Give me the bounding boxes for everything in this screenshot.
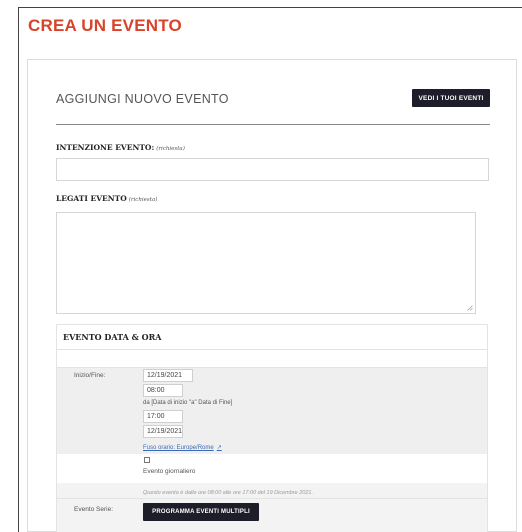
- intent-required-note: (richiesta): [156, 146, 185, 152]
- view-events-button[interactable]: VEDI I TUOI EVENTI: [412, 89, 490, 107]
- timezone-link[interactable]: Fuso orario: Europe/Rome ↗: [143, 444, 222, 451]
- series-label: Evento Serie:: [74, 506, 114, 513]
- datetime-section-title: EVENTO DATA & ORA: [63, 332, 162, 342]
- start-time-input[interactable]: 08:00: [143, 384, 183, 397]
- datetime-section-divider: [57, 349, 487, 350]
- event-time-summary: Questo evento è dalle ore 08:00 alle ore…: [143, 490, 314, 496]
- header-divider: [56, 124, 490, 125]
- date-range-hint: da [Data di inizio "a" Data di Fine]: [143, 400, 233, 406]
- intent-label: INTENZIONE EVENTO: (richiesta): [56, 143, 185, 152]
- schedule-multiple-events-button[interactable]: PROGRAMMA EVENTI MULTIPLI: [143, 503, 259, 521]
- frame-top-border: [18, 7, 522, 8]
- start-end-label: Inizio/Fine:: [74, 372, 106, 379]
- end-date-value: 12/19/2021: [147, 428, 183, 435]
- start-end-row: [57, 367, 487, 454]
- form-subtitle: AGGIUNGI NUOVO EVENTO: [56, 92, 229, 106]
- start-date-value: 12/19/2021: [147, 372, 183, 379]
- row-divider: [57, 367, 487, 368]
- timezone-link-text[interactable]: Fuso orario: Europe/Rome: [143, 445, 214, 451]
- all-day-label: Evento giornaliero: [143, 468, 196, 475]
- legati-label: LEGATI EVENTO (richiesta): [56, 194, 157, 203]
- end-date-input[interactable]: 12/19/2021: [143, 425, 183, 438]
- legati-required-note: (richiesta): [128, 197, 158, 203]
- intent-input[interactable]: [56, 158, 489, 181]
- start-date-input[interactable]: 12/19/2021: [143, 369, 193, 382]
- row-divider: [57, 498, 487, 499]
- all-day-checkbox[interactable]: [144, 457, 150, 463]
- end-time-input[interactable]: 17:00: [143, 410, 183, 423]
- external-link-icon[interactable]: ↗: [217, 445, 222, 451]
- resize-grip-icon[interactable]: [467, 305, 473, 311]
- frame-left-border: [18, 7, 19, 532]
- end-time-value: 17:00: [147, 413, 165, 420]
- legati-textarea[interactable]: [56, 212, 476, 314]
- legati-label-text: LEGATI EVENTO: [56, 194, 127, 203]
- page-title: CREA UN EVENTO: [28, 16, 182, 35]
- start-time-value: 08:00: [147, 387, 165, 394]
- intent-label-text: INTENZIONE EVENTO:: [56, 143, 155, 152]
